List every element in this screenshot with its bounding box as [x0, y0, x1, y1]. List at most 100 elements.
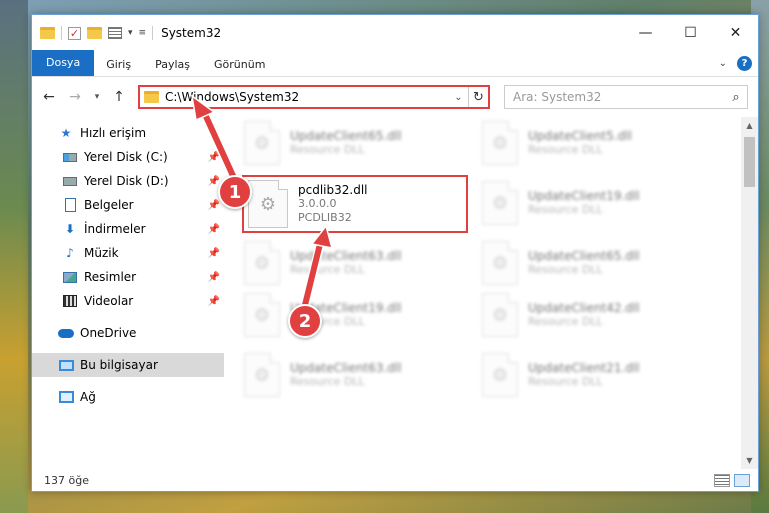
file-description: Resource DLL	[528, 375, 603, 388]
drive-c-icon	[63, 152, 77, 162]
chevron-down-icon[interactable]: ▾	[128, 28, 133, 38]
sidebar-item-drive-c[interactable]: Yerel Disk (C:) 📌	[32, 145, 224, 169]
file-name: UpdateClient21.dll	[528, 361, 640, 375]
tab-home[interactable]: Giriş	[94, 54, 143, 76]
pin-icon: 📌	[207, 247, 220, 259]
vertical-scrollbar[interactable]: ▲ ▼	[741, 117, 758, 469]
search-input[interactable]	[513, 90, 725, 104]
file-tile[interactable]: ⚙ UpdateClient63.dll Resource DLL	[244, 349, 480, 401]
file-tile-selected[interactable]: ⚙ pcdlib32.dll 3.0.0.0 PCDLIB32	[242, 175, 468, 233]
file-description: Resource DLL	[290, 263, 365, 276]
sidebar-item-downloads[interactable]: ⬇ İndirmeler 📌	[32, 217, 224, 241]
tab-file[interactable]: Dosya	[32, 50, 95, 76]
refresh-button[interactable]: ↻	[468, 87, 488, 107]
pin-icon: 📌	[207, 295, 220, 307]
file-name: UpdateClient63.dll	[290, 249, 402, 263]
sidebar-item-music[interactable]: ♪ Müzik 📌	[32, 241, 224, 265]
sidebar-item-quick-access[interactable]: ★ Hızlı erişim	[32, 121, 224, 145]
toolbar-separator	[61, 26, 62, 40]
file-tile[interactable]: ⚙ UpdateClient5.dll Resource DLL	[482, 117, 718, 169]
file-info: UpdateClient63.dll Resource DLL	[290, 361, 402, 389]
annotation-step-1: 1	[218, 175, 252, 209]
customize-toolbar-icon[interactable]	[108, 27, 122, 39]
pin-icon: 📌	[207, 175, 220, 187]
file-tile[interactable]: ⚙ UpdateClient21.dll Resource DLL	[482, 349, 718, 401]
tab-share[interactable]: Paylaş	[143, 54, 202, 76]
address-bar[interactable]: C:\Windows\System32 ⌄ ↻	[138, 85, 490, 109]
file-name: UpdateClient63.dll	[290, 361, 402, 375]
up-button[interactable]: ↑	[108, 86, 130, 108]
dll-file-icon: ⚙	[244, 353, 280, 397]
file-tile[interactable]: ⚙ UpdateClient65.dll Resource DLL	[482, 237, 718, 289]
pin-icon: 📌	[207, 199, 220, 211]
downloads-icon: ⬇	[64, 222, 76, 236]
file-tile[interactable]: ⚙ UpdateClient63.dll Resource DLL	[244, 237, 480, 289]
dll-file-icon: ⚙	[482, 293, 518, 337]
file-description: Resource DLL	[528, 203, 603, 216]
file-info: UpdateClient21.dll Resource DLL	[528, 361, 640, 389]
star-icon: ★	[60, 126, 72, 140]
file-info: UpdateClient42.dll Resource DLL	[528, 301, 640, 329]
sidebar-item-pictures[interactable]: Resimler 📌	[32, 265, 224, 289]
scroll-down-icon[interactable]: ▼	[741, 452, 758, 469]
dll-file-icon: ⚙	[244, 121, 280, 165]
window-title: System32	[161, 26, 222, 40]
file-description: Resource DLL	[528, 315, 603, 328]
ribbon-right: ⌄ ?	[719, 50, 758, 76]
properties-check-icon[interactable]: ✓	[68, 26, 81, 40]
pin-icon: 📌	[207, 271, 220, 283]
search-icon[interactable]: ⌕	[725, 90, 747, 105]
details-view-button[interactable]	[714, 473, 730, 487]
back-button[interactable]: ←	[38, 86, 60, 108]
tiles-view-button[interactable]	[734, 473, 750, 487]
quick-access-toolbar: ✓ ▾ ≡	[40, 26, 154, 40]
sidebar-item-label: Yerel Disk (C:)	[84, 150, 168, 164]
file-name: pcdlib32.dll	[298, 183, 368, 197]
file-product-name: PCDLIB32	[298, 211, 352, 224]
file-list: ▲ ▼ ⚙ UpdateClient65.dll Resource DLL ⚙ Upda…	[224, 117, 758, 469]
file-tile[interactable]: ⚙ UpdateClient65.dll Resource DLL	[244, 117, 480, 169]
file-name: UpdateClient65.dll	[528, 249, 640, 263]
minimize-button[interactable]: —	[623, 15, 668, 51]
file-tile[interactable]: ⚙ UpdateClient19.dll Resource DLL	[482, 177, 718, 229]
music-icon: ♪	[66, 246, 74, 260]
pin-icon: 📌	[207, 223, 220, 235]
sidebar-item-drive-d[interactable]: Yerel Disk (D:) 📌	[32, 169, 224, 193]
search-box[interactable]: ⌕	[504, 85, 748, 109]
sidebar-item-onedrive[interactable]: OneDrive	[32, 321, 224, 345]
sidebar-item-label: Bu bilgisayar	[80, 358, 158, 372]
file-name: UpdateClient19.dll	[528, 189, 640, 203]
sidebar-item-label: Müzik	[84, 246, 119, 260]
sidebar-item-label: Belgeler	[84, 198, 134, 212]
tab-view[interactable]: Görünüm	[202, 54, 277, 76]
sidebar-item-network[interactable]: Ağ	[32, 385, 224, 409]
toolbar-menu-icon[interactable]: ≡	[139, 28, 147, 38]
computer-icon	[58, 359, 74, 371]
file-tile[interactable]: ⚙ UpdateClient42.dll Resource DLL	[482, 289, 718, 341]
file-info: UpdateClient63.dll Resource DLL	[290, 249, 402, 277]
pin-icon: 📌	[207, 151, 220, 163]
recent-locations-button[interactable]: ▾	[90, 86, 104, 108]
help-icon[interactable]: ?	[737, 55, 752, 71]
file-name: UpdateClient5.dll	[528, 129, 632, 143]
file-info: pcdlib32.dll 3.0.0.0 PCDLIB32	[298, 183, 368, 225]
address-dropdown-icon[interactable]: ⌄	[448, 92, 468, 103]
address-path[interactable]: C:\Windows\System32	[165, 90, 448, 104]
title-bar: ✓ ▾ ≡ System32 — ☐ ✕	[32, 15, 758, 51]
expand-ribbon-icon[interactable]: ⌄	[719, 58, 727, 69]
sidebar-item-documents[interactable]: Belgeler 📌	[32, 193, 224, 217]
file-info: UpdateClient65.dll Resource DLL	[290, 129, 402, 157]
scroll-up-icon[interactable]: ▲	[741, 117, 758, 134]
new-folder-icon[interactable]	[87, 27, 102, 39]
scroll-thumb[interactable]	[744, 137, 755, 187]
sidebar-item-this-pc[interactable]: Bu bilgisayar	[32, 353, 224, 377]
onedrive-cloud-icon	[58, 328, 74, 338]
close-button[interactable]: ✕	[713, 15, 758, 51]
file-name: UpdateClient65.dll	[290, 129, 402, 143]
file-tile[interactable]: ⚙ UpdateClient19.dll Resource DLL	[244, 289, 480, 341]
dll-file-icon: ⚙	[482, 353, 518, 397]
forward-button[interactable]: →	[64, 86, 86, 108]
file-description: Resource DLL	[528, 143, 603, 156]
sidebar-item-videos[interactable]: Videolar 📌	[32, 289, 224, 313]
maximize-button[interactable]: ☐	[668, 15, 713, 51]
